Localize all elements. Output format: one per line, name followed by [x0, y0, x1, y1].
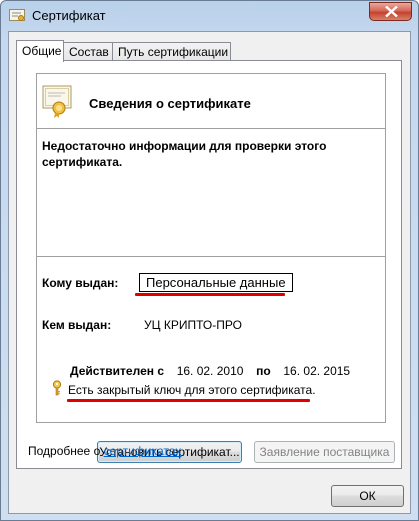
dialog-client-area: Общие Состав Путь сертификации Сведения … — [8, 31, 411, 514]
valid-from-label: Действителен с — [70, 364, 164, 378]
valid-from-date: 16. 02. 2010 — [176, 364, 244, 378]
key-icon — [51, 380, 63, 396]
red-underline-annotation — [135, 293, 285, 296]
issued-by-label: Кем выдан: — [42, 318, 112, 332]
private-key-notice: Есть закрытый ключ для этого сертификата… — [68, 383, 316, 397]
window-title: Сертификат — [32, 8, 106, 23]
valid-to-label: по — [256, 364, 271, 378]
general-tab-panel: Сведения о сертификате Недостаточно инфо… — [16, 60, 402, 469]
learn-more-text: Подробнее о — [28, 444, 101, 458]
tab-general[interactable]: Общие — [16, 40, 64, 62]
certificate-warning-icon — [41, 82, 73, 118]
valid-to-date: 16. 02. 2015 — [283, 364, 351, 378]
tab-certification-path[interactable]: Путь сертификации — [112, 42, 231, 61]
certificate-info-box: Сведения о сертификате Недостаточно инфо… — [36, 73, 386, 423]
certificate-icon — [9, 9, 25, 23]
separator — [36, 256, 386, 257]
certificates-link[interactable]: сертификатах — [104, 444, 182, 458]
info-title: Сведения о сертификате — [89, 96, 251, 111]
red-underline-annotation — [67, 399, 310, 402]
separator — [36, 128, 386, 129]
close-icon — [385, 6, 398, 17]
tab-details[interactable]: Состав — [63, 42, 113, 61]
validity-period: Действителен с 16. 02. 2010 по 16. 02. 2… — [70, 364, 350, 378]
close-button[interactable] — [369, 2, 412, 21]
certificate-window: Сертификат Общие Состав Путь сертификаци… — [0, 0, 419, 521]
verification-warning: Недостаточно информации для проверки это… — [42, 139, 327, 169]
issued-to-value: Персональные данные — [139, 273, 293, 292]
ok-button[interactable]: ОК — [331, 485, 404, 507]
title-bar[interactable]: Сертификат — [1, 1, 418, 31]
issued-by-value: УЦ КРИПТО-ПРО — [144, 318, 242, 332]
issued-to-label: Кому выдан: — [42, 276, 119, 290]
issuer-statement-button[interactable]: Заявление поставщика — [254, 441, 395, 463]
learn-more: Подробнее о сертификатах — [28, 444, 181, 458]
